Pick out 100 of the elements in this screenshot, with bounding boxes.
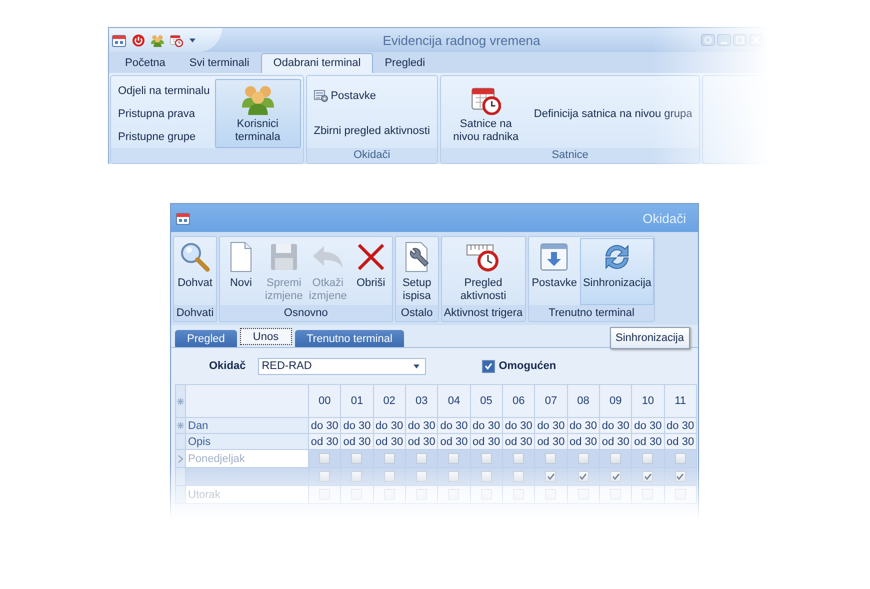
checkbox[interactable] — [642, 453, 654, 464]
calendar-clock-icon — [470, 85, 501, 115]
table-cell: do 30 — [599, 418, 632, 434]
calendar-icon[interactable] — [112, 34, 126, 46]
tooltip: Sinhronizacija — [610, 327, 690, 349]
table-cell: do 30 — [567, 418, 600, 434]
column-header: 09 — [599, 384, 632, 418]
ribbon-button[interactable]: Obriši — [350, 238, 392, 305]
field-label: Okidač — [209, 360, 246, 372]
table-cell: do 30 — [308, 418, 341, 434]
asterisk-icon — [177, 422, 184, 429]
ribbon-button[interactable]: Zbirni pregled aktivnosti — [312, 124, 432, 138]
search-icon — [179, 241, 211, 273]
check-icon — [612, 473, 620, 480]
table-cell: od 30 — [502, 434, 535, 450]
maximize-icon[interactable] — [733, 34, 747, 46]
table-cell: do 30 — [373, 418, 406, 434]
dropdown-field[interactable]: RED-RAD — [258, 358, 426, 374]
checkbox[interactable] — [674, 453, 686, 464]
ribbon-button[interactable]: Postavke — [312, 89, 432, 104]
table-cell: do 30 — [534, 418, 568, 434]
settings-icon — [314, 90, 328, 102]
checkbox[interactable] — [578, 471, 589, 482]
table-cell: od 30 — [340, 434, 374, 450]
asterisk-icon — [177, 398, 184, 404]
check-icon — [579, 473, 588, 480]
checkbox[interactable] — [384, 471, 395, 482]
table-cell: od 30 — [308, 434, 341, 450]
checkbox-label: Omogućen — [498, 360, 556, 372]
tab[interactable]: Trenutno terminal — [294, 330, 404, 347]
column-header: 10 — [632, 384, 664, 418]
close-icon[interactable] — [749, 34, 763, 46]
ribbon-button[interactable]: Setup ispisa — [396, 238, 438, 305]
column-header: 06 — [502, 384, 535, 418]
ribbon-button[interactable]: Pregled aktivnosti — [457, 238, 510, 305]
table-cell: do 30 — [502, 418, 535, 434]
table-cell: od 30 — [438, 434, 470, 450]
checkbox[interactable] — [513, 453, 524, 464]
group-label: Okidači — [353, 149, 390, 161]
checkbox[interactable] — [384, 453, 395, 464]
checkbox[interactable] — [674, 471, 686, 482]
group-label: Trenutno terminal — [548, 307, 634, 319]
window-title: Okidači — [642, 210, 687, 226]
ribbon-button[interactable]: Dohvat — [174, 238, 216, 305]
tab[interactable]: Unos — [240, 328, 292, 345]
checkbox[interactable] — [513, 471, 524, 482]
row-pointer-icon — [178, 454, 183, 462]
checkbox[interactable] — [610, 471, 622, 482]
row-label: Dan — [188, 420, 208, 432]
ribbon-button[interactable]: Korisnici terminala — [214, 79, 301, 148]
ribbon-tab[interactable]: Pregledi — [372, 53, 438, 73]
table-cell: od 30 — [470, 434, 502, 450]
group-label: Satnice — [552, 149, 588, 161]
minimize-icon[interactable] — [717, 34, 731, 46]
checkbox[interactable] — [416, 453, 428, 464]
checkbox[interactable] — [642, 471, 654, 482]
checkbox[interactable] — [351, 471, 362, 482]
ribbon-tab[interactable]: Početna — [113, 53, 178, 73]
row-label: Ponedjeljak — [188, 452, 245, 464]
checkbox[interactable] — [482, 360, 495, 372]
ribbon-button[interactable]: Sinhronizacija — [580, 238, 654, 305]
check-icon — [676, 473, 684, 480]
ribbon-button[interactable]: Definicija satnica na nivou grupa — [532, 106, 694, 120]
column-header: 00 — [308, 384, 341, 418]
ribbon-button[interactable]: Pristupne grupe — [116, 130, 212, 144]
ribbon-button[interactable]: Satnice na nivou radnika — [442, 79, 529, 148]
help-icon[interactable] — [701, 34, 715, 46]
column-header: 02 — [373, 384, 406, 418]
calendar-clock-icon[interactable] — [170, 34, 183, 46]
check-icon — [546, 473, 555, 480]
checkbox[interactable] — [578, 453, 589, 464]
checkbox[interactable] — [545, 453, 556, 464]
checkbox[interactable] — [448, 453, 460, 464]
people-icon[interactable] — [151, 34, 164, 46]
people-icon — [242, 83, 274, 115]
row-label: Opis — [188, 436, 211, 448]
checkbox[interactable] — [610, 453, 622, 464]
power-icon[interactable] — [132, 34, 145, 46]
ribbon-button[interactable]: Postavke — [528, 238, 580, 305]
ribbon-button[interactable]: Pristupna prava — [116, 106, 212, 120]
ribbon-tab[interactable]: Svi terminali — [177, 53, 262, 73]
column-header: 07 — [534, 384, 568, 418]
ribbon-button[interactable]: Odjeli na terminalu — [116, 84, 212, 98]
ribbon-button[interactable]: Novi — [220, 238, 262, 305]
checkbox[interactable] — [416, 471, 428, 482]
column-header: 04 — [438, 384, 470, 418]
table-cell: do 30 — [664, 418, 696, 434]
checkbox[interactable] — [351, 453, 362, 464]
ribbon-tab[interactable]: Odabrani terminal — [261, 53, 373, 73]
customize-caret-icon[interactable] — [189, 38, 196, 42]
tab[interactable]: Pregled — [175, 330, 237, 347]
checkbox[interactable] — [480, 453, 492, 464]
checkbox[interactable] — [480, 471, 492, 482]
check-icon — [484, 362, 493, 370]
checkbox[interactable] — [545, 471, 556, 482]
checkbox[interactable] — [448, 471, 460, 482]
checkbox[interactable] — [319, 471, 330, 482]
table-cell: od 30 — [567, 434, 600, 450]
ruler-clock-icon — [466, 242, 500, 272]
checkbox[interactable] — [319, 453, 330, 464]
